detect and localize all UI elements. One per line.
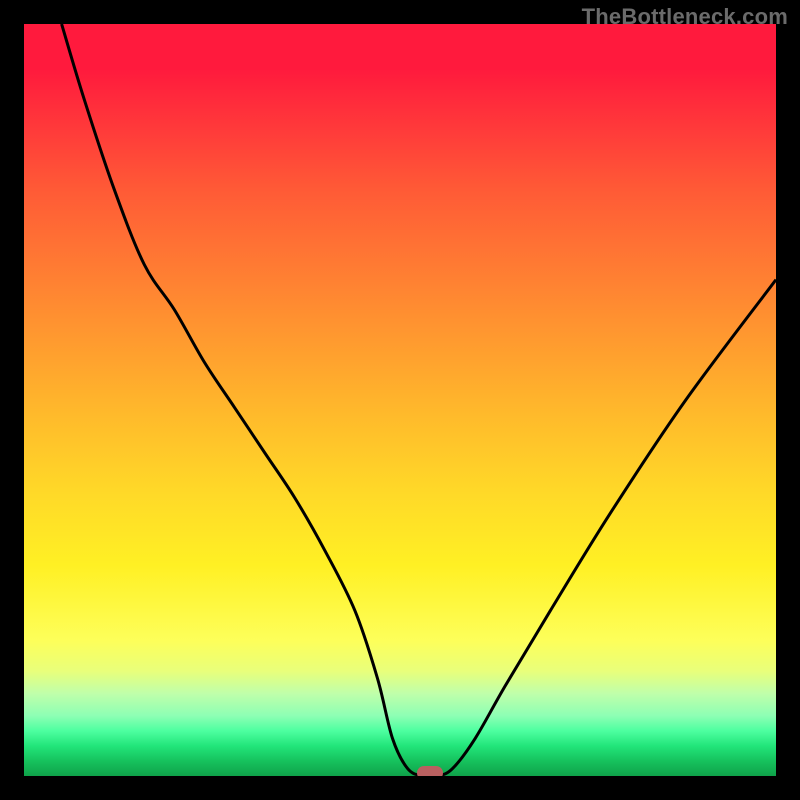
chart-frame: TheBottleneck.com: [0, 0, 800, 800]
optimal-point-marker: [417, 766, 443, 776]
plot-area: [24, 24, 776, 776]
bottleneck-curve-path: [62, 24, 776, 776]
watermark-text: TheBottleneck.com: [582, 4, 788, 30]
curve-svg: [24, 24, 776, 776]
